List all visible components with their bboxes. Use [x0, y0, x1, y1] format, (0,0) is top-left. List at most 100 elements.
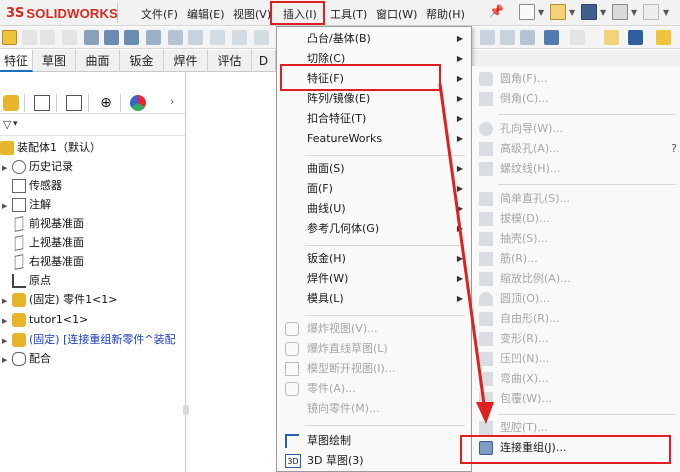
expand-arrow-icon[interactable]: ▶ [2, 317, 7, 325]
submenu-item-flex[interactable]: 弯曲(X)... [472, 369, 680, 389]
tool-icon[interactable] [188, 30, 203, 45]
undo-icon[interactable] [643, 4, 659, 20]
crosshair-icon[interactable]: ⊕ [98, 95, 114, 111]
menu-window[interactable]: 窗口(W) [376, 6, 417, 22]
submenu-item-shell[interactable]: 抽壳(S)... [472, 229, 680, 249]
tab-sketch[interactable]: 草图 [33, 50, 76, 72]
menu-item-pattern-mirror[interactable]: 阵列/镜像(E) ▶ [277, 89, 471, 109]
filter-dropdown[interactable]: ▾ [13, 119, 18, 129]
tree-item-tutor1[interactable]: tutor1<1> [12, 311, 88, 329]
filter-bar[interactable]: ▽ ▾ [0, 116, 185, 136]
tool-icon[interactable] [544, 30, 559, 45]
tool-icon[interactable] [628, 30, 643, 45]
tool-icon[interactable] [124, 30, 139, 45]
chevron-down-icon[interactable]: ▼ [631, 8, 637, 17]
tool-icon[interactable] [104, 30, 119, 45]
sketch-icon[interactable] [2, 30, 17, 45]
expand-arrow-icon[interactable]: ▶ [2, 164, 7, 172]
pin-icon[interactable]: 📌 [489, 4, 504, 18]
expand-arrow-icon[interactable]: ▶ [2, 297, 7, 305]
tool-icon[interactable] [40, 30, 55, 45]
menu-item-featureworks[interactable]: FeatureWorks ▶ [277, 129, 471, 149]
submenu-item-draft[interactable]: 拔模(D)... [472, 209, 680, 229]
menu-item-sheet-metal[interactable]: 钣金(H) ▶ [277, 249, 471, 269]
menu-item-3d-sketch[interactable]: 3D 3D 草图(3) [277, 451, 471, 471]
menu-item-part[interactable]: 零件(A)... [277, 379, 471, 399]
menu-item-molds[interactable]: 模具(L) ▶ [277, 289, 471, 309]
tree-item-right-plane[interactable]: 右视基准面 [12, 253, 84, 271]
tree-item-history[interactable]: 历史记录 [12, 158, 73, 176]
solidworks-logo[interactable]: 3S SOLIDWORKS [6, 4, 118, 22]
tree-item-top-plane[interactable]: 上视基准面 [12, 234, 84, 252]
tree-item-annotations[interactable]: 注解 [12, 196, 51, 214]
tool-icon[interactable] [570, 30, 585, 45]
expand-arrow-icon[interactable]: ▶ [2, 356, 7, 364]
tool-icon[interactable] [254, 30, 269, 45]
menu-item-model-break-view[interactable]: 模型断开视图(I)... [277, 359, 471, 379]
menu-edit[interactable]: 编辑(E) [187, 6, 225, 22]
tool-icon[interactable] [480, 30, 495, 45]
submenu-item-indent[interactable]: 压凹(N)... [472, 349, 680, 369]
submenu-item-advanced-hole[interactable]: 高级孔(A)...? [472, 139, 680, 159]
new-document-icon[interactable] [519, 4, 535, 20]
help-icon[interactable]: ? [671, 139, 677, 159]
tab-more[interactable]: D [252, 50, 276, 72]
tool-icon[interactable] [84, 30, 99, 45]
menu-item-weldments[interactable]: 焊件(W) ▶ [277, 269, 471, 289]
chevron-down-icon[interactable]: ▼ [569, 8, 575, 17]
menu-view[interactable]: 视图(V) [233, 6, 271, 22]
menu-help[interactable]: 帮助(H) [426, 6, 465, 22]
tool-icon[interactable] [656, 30, 671, 45]
submenu-item-thread[interactable]: 螺纹线(H)... [472, 159, 680, 179]
collapse-handle[interactable] [183, 405, 189, 415]
tree-item-sensors[interactable]: 传感器 [12, 177, 62, 195]
chevron-down-icon[interactable]: ▼ [538, 8, 544, 17]
tool-icon[interactable] [604, 30, 619, 45]
tab-weldments[interactable]: 焊件 [164, 50, 208, 72]
submenu-item-simple-hole[interactable]: 简单直孔(S)... [472, 189, 680, 209]
configuration-manager-icon[interactable] [66, 95, 82, 111]
menu-item-exploded-view[interactable]: 爆炸视图(V)... [277, 319, 471, 339]
tool-icon[interactable] [232, 30, 247, 45]
submenu-item-dome[interactable]: 圆顶(O)... [472, 289, 680, 309]
submenu-item-chamfer[interactable]: 倒角(C)... [472, 89, 680, 109]
tree-item-joined-part[interactable]: (固定) [连接重组新零件^装配 [12, 331, 176, 349]
menu-item-sketch[interactable]: 草图绘制 [277, 431, 471, 451]
tab-features[interactable]: 特征 [0, 50, 33, 72]
submenu-item-deform[interactable]: 变形(R)... [472, 329, 680, 349]
expand-arrow-icon[interactable]: ▶ [2, 337, 7, 345]
tree-item-mates[interactable]: 配合 [12, 350, 51, 368]
menu-item-face[interactable]: 面(F) ▶ [277, 179, 471, 199]
save-icon[interactable] [581, 4, 597, 20]
tree-root[interactable]: 装配体1（默认） [0, 139, 101, 157]
menu-item-reference-geometry[interactable]: 参考几何体(G) ▶ [277, 219, 471, 239]
tool-icon[interactable] [62, 30, 77, 45]
print-icon[interactable] [612, 4, 628, 20]
tab-evaluate[interactable]: 评估 [208, 50, 252, 72]
tree-item-origin[interactable]: 原点 [12, 272, 51, 290]
tab-surfaces[interactable]: 曲面 [76, 50, 120, 72]
tool-icon[interactable] [168, 30, 183, 45]
menu-item-mirror-part[interactable]: 镜向零件(M)... [277, 399, 471, 419]
tool-icon[interactable] [146, 30, 161, 45]
submenu-item-fillet[interactable]: 圆角(F)... [472, 69, 680, 89]
submenu-item-freeform[interactable]: 自由形(R)... [472, 309, 680, 329]
tree-item-front-plane[interactable]: 前视基准面 [12, 215, 84, 233]
chevron-right-icon[interactable]: › [170, 95, 174, 108]
tab-sheet-metal[interactable]: 钣金 [120, 50, 164, 72]
menu-item-surface[interactable]: 曲面(S) ▶ [277, 159, 471, 179]
appearance-icon[interactable] [130, 95, 146, 111]
feature-tree-icon[interactable] [3, 95, 19, 111]
tool-icon[interactable] [520, 30, 535, 45]
menu-item-explode-line-sketch[interactable]: 爆炸直线草图(L) [277, 339, 471, 359]
tree-item-part1[interactable]: (固定) 零件1<1> [12, 291, 118, 309]
tool-icon[interactable] [22, 30, 37, 45]
submenu-item-rib[interactable]: 筋(R)... [472, 249, 680, 269]
property-manager-icon[interactable] [34, 95, 50, 111]
menu-tools[interactable]: 工具(T) [330, 6, 367, 22]
submenu-item-wrap[interactable]: 包覆(W)... [472, 389, 680, 409]
menu-file[interactable]: 文件(F) [141, 6, 178, 22]
expand-arrow-icon[interactable]: ▶ [2, 202, 7, 210]
submenu-item-hole-wizard[interactable]: 孔向导(W)... [472, 119, 680, 139]
menu-item-curve[interactable]: 曲线(U) ▶ [277, 199, 471, 219]
